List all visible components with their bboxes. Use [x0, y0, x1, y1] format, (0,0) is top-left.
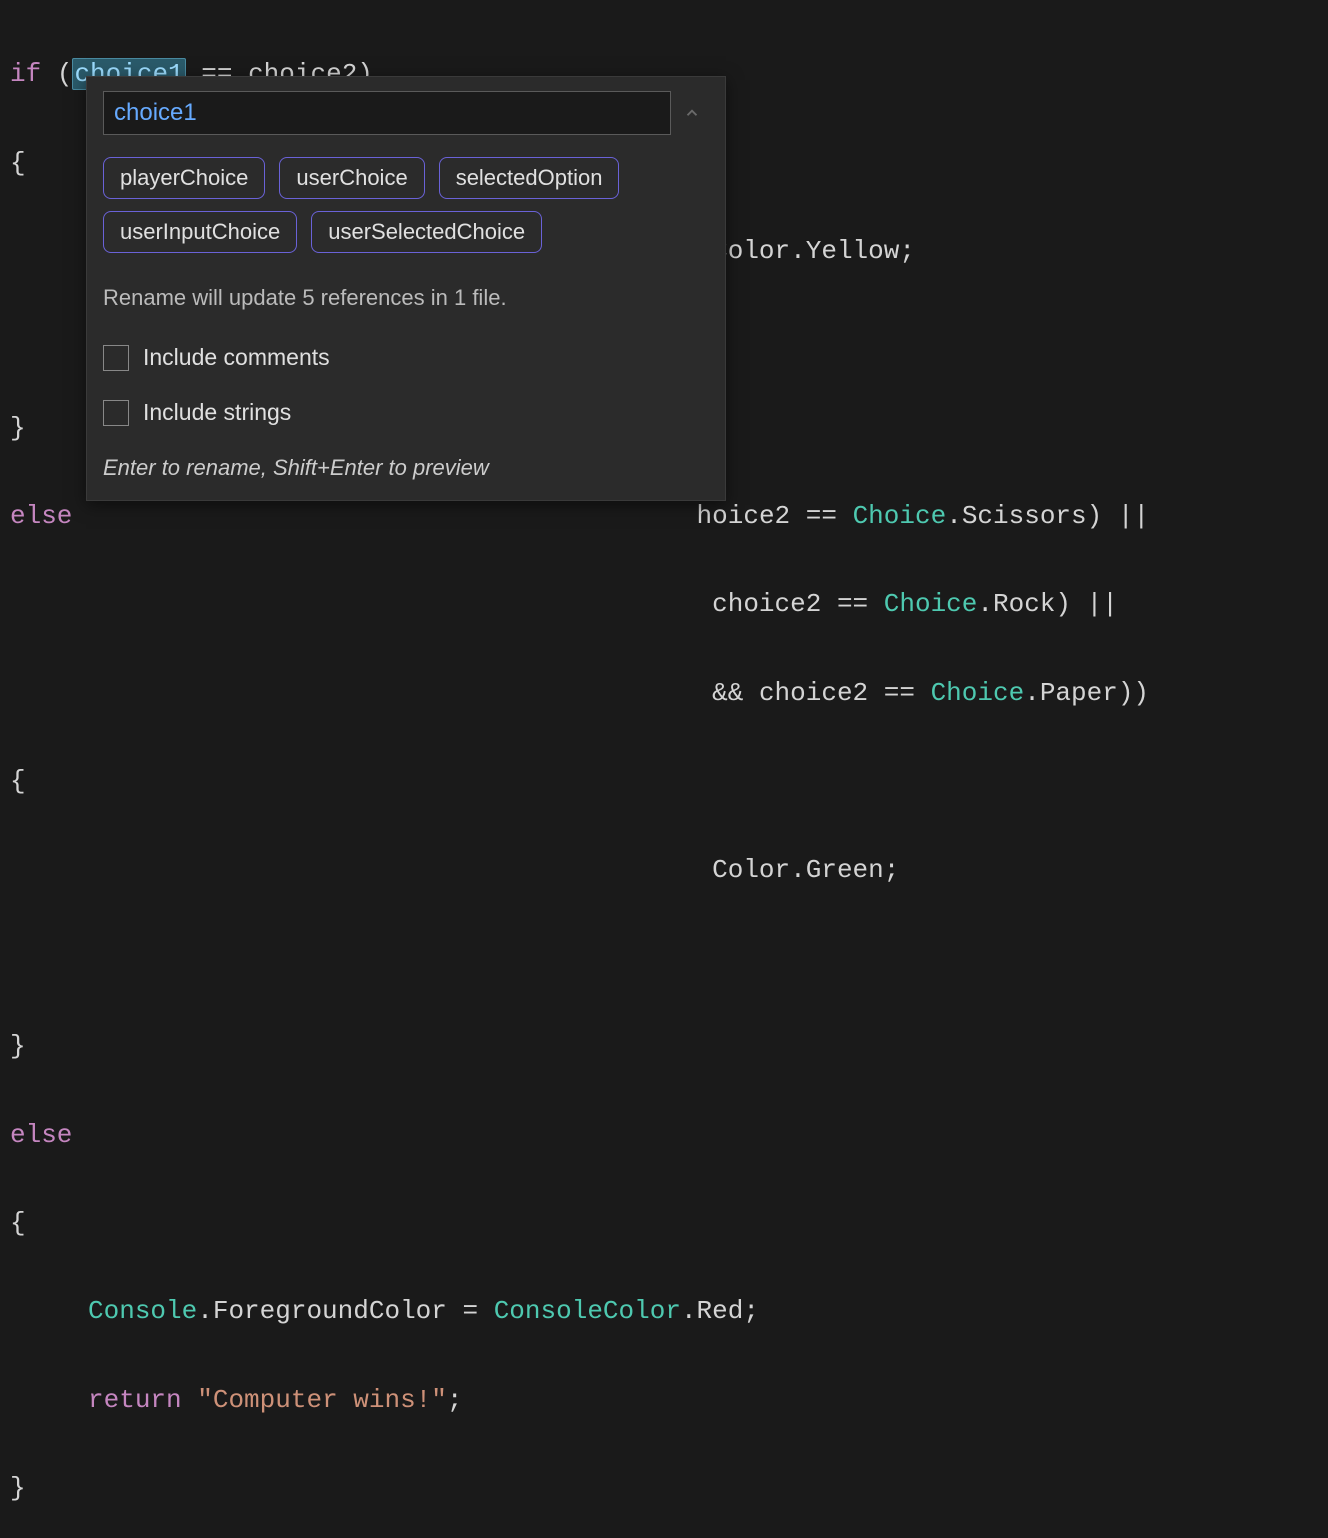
checkbox-icon[interactable] [103, 345, 129, 371]
rename-hint: Enter to rename, Shift+Enter to preview [103, 449, 709, 486]
suggestion-chip[interactable]: userInputChoice [103, 211, 297, 253]
include-strings-checkbox[interactable]: Include strings [103, 393, 709, 432]
rename-status: Rename will update 5 references in 1 fil… [103, 279, 709, 316]
checkbox-label: Include strings [143, 393, 291, 432]
rename-suggestions: playerChoice userChoice selectedOption u… [103, 157, 709, 253]
include-comments-checkbox[interactable]: Include comments [103, 338, 709, 377]
suggestion-chip[interactable]: selectedOption [439, 157, 620, 199]
checkbox-icon[interactable] [103, 400, 129, 426]
chevron-up-icon[interactable] [683, 104, 701, 122]
suggestion-chip[interactable]: userChoice [279, 157, 424, 199]
suggestion-chip[interactable]: playerChoice [103, 157, 265, 199]
checkbox-label: Include comments [143, 338, 330, 377]
suggestion-chip[interactable]: userSelectedChoice [311, 211, 542, 253]
keyword-if: if [10, 59, 41, 89]
rename-popup: playerChoice userChoice selectedOption u… [86, 76, 726, 501]
rename-input[interactable] [103, 91, 671, 135]
